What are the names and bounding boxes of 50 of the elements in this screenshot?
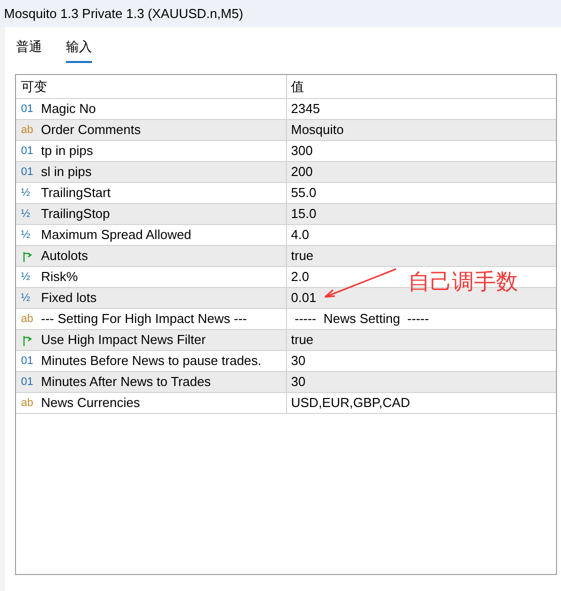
parameter-value[interactable]: true (291, 246, 314, 266)
branch-arrow-icon (21, 334, 35, 346)
parameter-value[interactable]: 2345 (291, 99, 320, 119)
parameter-value[interactable]: 15.0 (291, 204, 316, 224)
parameter-value[interactable]: 200 (291, 162, 313, 182)
annotation-text: 自己调手数 (408, 269, 518, 297)
parameter-name: Order Comments (41, 121, 141, 140)
parameter-name: Fixed lots (41, 289, 97, 308)
parameter-value[interactable]: true (291, 330, 314, 350)
type-icon: ab (21, 398, 35, 408)
parameter-name: News Currencies (41, 394, 140, 412)
window-title: Mosquito 1.3 Private 1.3 (XAUUSD.n,M5) (4, 4, 244, 23)
type-icon: ab (21, 314, 35, 324)
parameter-name: tp in pips (41, 142, 94, 160)
type-icon: 01 (21, 104, 35, 114)
parameter-name: TrailingStop (41, 205, 110, 224)
type-icon: 01 (21, 376, 35, 388)
type-icon: ½ (21, 292, 35, 304)
parameter-value[interactable]: 30 (291, 372, 306, 392)
parameter-value[interactable]: 4.0 (291, 225, 310, 245)
parameter-name: TrailingStart (41, 184, 111, 202)
parameter-name: Risk% (41, 268, 78, 286)
branch-arrow-icon (21, 250, 35, 262)
parameter-name: Autolots (41, 247, 88, 266)
type-icon: 01 (21, 166, 35, 178)
parameter-value[interactable]: USD,EUR,GBP,CAD (291, 393, 410, 413)
tab[interactable]: 普通 (16, 37, 42, 62)
parameter-value[interactable]: 0.01 (291, 288, 316, 308)
column-header: 可变 (20, 78, 48, 96)
type-icon: 01 (21, 356, 35, 366)
type-icon: 01 (21, 146, 35, 156)
parameter-name: sl in pips (41, 163, 92, 182)
type-icon: ½ (21, 188, 35, 198)
parameter-value[interactable]: 55.0 (291, 183, 316, 203)
parameter-name: --- Setting For High Impact News --- (41, 310, 247, 328)
parameter-value[interactable]: 30 (291, 351, 306, 371)
type-icon: ½ (21, 230, 35, 240)
parameter-name: Maximum Spread Allowed (41, 226, 192, 244)
parameter-name: Magic No (41, 100, 96, 118)
parameter-value[interactable]: Mosquito (291, 120, 344, 140)
parameter-value[interactable]: 300 (291, 141, 313, 161)
parameter-value[interactable]: ----- News Setting ----- (291, 309, 429, 329)
type-icon: ½ (21, 272, 35, 282)
parameter-name: Minutes Before News to pause trades. (41, 352, 262, 370)
tab[interactable]: 输入 (66, 37, 92, 62)
parameter-value[interactable]: 2.0 (291, 267, 310, 287)
parameter-name: Minutes After News to Trades (41, 373, 211, 392)
type-icon: ab (21, 124, 35, 136)
type-icon: ½ (21, 208, 35, 220)
parameter-name: Use High Impact News Filter (41, 331, 206, 350)
